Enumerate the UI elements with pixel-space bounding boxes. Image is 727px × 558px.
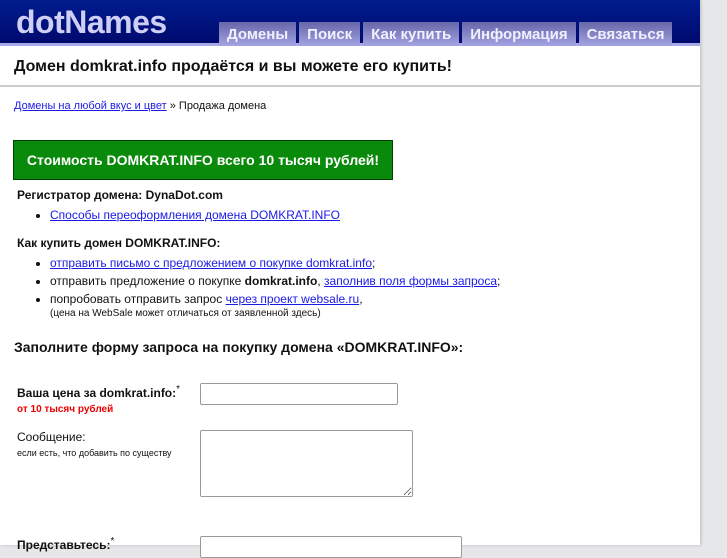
list-item: отправить предложение о покупке domkrat.… (50, 274, 700, 288)
name-label: Представьтесь: (17, 538, 111, 552)
websale-note: (цена на WebSale может отличаться от зая… (50, 308, 321, 319)
punct: ; (497, 274, 501, 288)
header: dotNames Домены Поиск Как купить Информа… (0, 0, 700, 46)
nav-tab-info[interactable]: Информация (462, 22, 576, 46)
breadcrumb: Домены на любой вкус и цвет » Продажа до… (0, 87, 700, 112)
required-mark: * (176, 384, 181, 395)
punct: , (359, 292, 363, 306)
message-textarea[interactable] (200, 430, 413, 497)
text: отправить предложение о покупке (50, 274, 245, 288)
form-link[interactable]: заполнив поля формы запроса (324, 274, 497, 288)
registrar-section: Регистратор домена: DynaDot.com Способы … (0, 180, 700, 222)
message-label: Сообщение: (17, 430, 86, 444)
message-hint: если есть, что добавить по существу (17, 448, 172, 458)
list-item: попробовать отправить запрос через проек… (50, 292, 700, 319)
howto-section: Как купить домен DOMKRAT.INFO: отправить… (0, 226, 700, 319)
logo[interactable]: dotNames (16, 4, 167, 41)
title-bar: Домен domkrat.info продаётся и вы можете… (0, 46, 700, 87)
page-title: Домен domkrat.info продаётся и вы можете… (14, 58, 452, 75)
list-item: Способы переоформления домена DOMKRAT.IN… (50, 208, 700, 222)
domain-bold: domkrat.info (244, 274, 318, 288)
howto-heading: Как купить домен DOMKRAT.INFO: (17, 236, 221, 250)
nav-tab-contact[interactable]: Связаться (578, 22, 673, 46)
breadcrumb-current: Продажа домена (178, 100, 267, 112)
list-item: отправить письмо с предложением о покупк… (50, 256, 700, 270)
transfer-methods-link[interactable]: Способы переоформления домена DOMKRAT.IN… (50, 208, 340, 222)
page: dotNames Домены Поиск Как купить Информа… (0, 0, 700, 558)
required-mark: * (110, 536, 115, 547)
name-field-label: Представьтесь:* (17, 536, 114, 552)
registrar-heading: Регистратор домена: DynaDot.com (17, 188, 223, 202)
punct: , (317, 274, 325, 288)
breadcrumb-separator: » (166, 100, 179, 112)
price-hint: от 10 тысяч рублей (17, 404, 114, 415)
message-field-label: Сообщение: если есть, что добавить по су… (17, 430, 172, 458)
breadcrumb-link[interactable]: Домены на любой вкус и цвет (14, 100, 167, 112)
price-field-label: Ваша цена за domkrat.info:* от 10 тысяч … (17, 384, 180, 415)
price-label: Ваша цена за domkrat.info: (17, 386, 177, 400)
nav-tab-domains[interactable]: Домены (219, 22, 297, 46)
main-nav: Домены Поиск Как купить Информация Связа… (219, 22, 673, 46)
email-offer-link[interactable]: отправить письмо с предложением о покупк… (50, 256, 372, 270)
name-input[interactable] (200, 536, 462, 558)
text: попробовать отправить запрос (50, 292, 226, 306)
price-banner: Стоимость DOMKRAT.INFO всего 10 тысяч ру… (13, 140, 393, 180)
websale-link[interactable]: через проект websale.ru (226, 292, 360, 306)
nav-tab-search[interactable]: Поиск (299, 22, 361, 46)
price-input[interactable] (200, 383, 398, 405)
form-title: Заполните форму запроса на покупку домен… (14, 339, 464, 355)
nav-tab-how-to-buy[interactable]: Как купить (363, 22, 460, 46)
punct: ; (372, 256, 376, 270)
